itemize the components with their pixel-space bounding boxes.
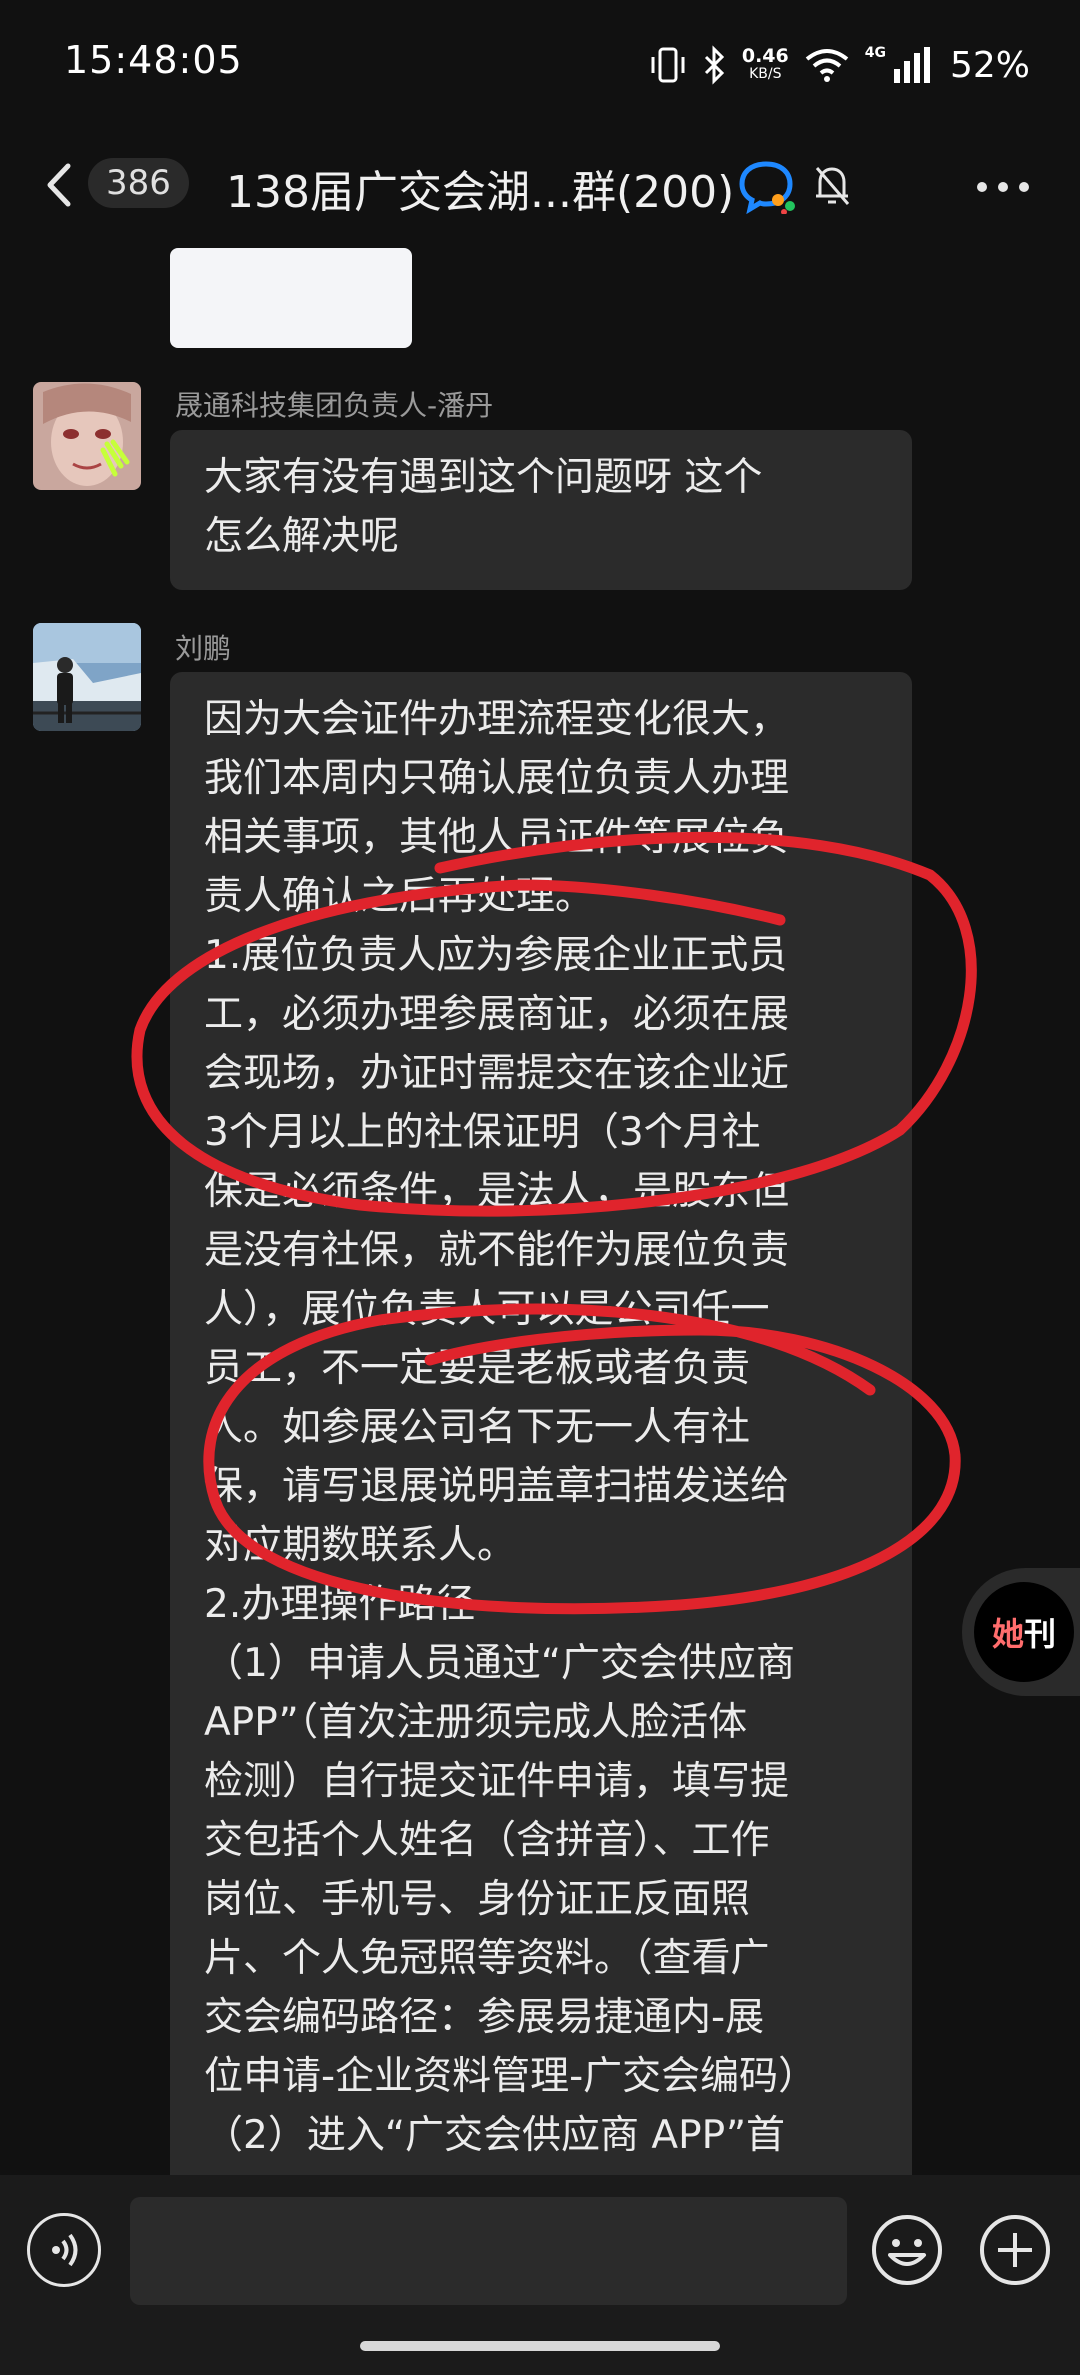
- avatar-image: [33, 382, 141, 490]
- group-chat-icon[interactable]: [738, 160, 798, 214]
- voice-button[interactable]: [27, 2213, 101, 2287]
- net-speed: 0.46 KB/S: [741, 45, 789, 83]
- vibrate-icon: [651, 47, 685, 83]
- bluetooth-icon: [704, 45, 724, 85]
- avatar[interactable]: [33, 382, 141, 490]
- status-bar: 15:48:05 0.46 KB/S 4G 52%: [0, 0, 1080, 130]
- wifi-icon: [805, 49, 848, 82]
- voice-icon: [52, 2233, 78, 2267]
- plus-icon[interactable]: [978, 2213, 1052, 2287]
- avatar-image: [33, 623, 141, 731]
- status-time: 15:48:05: [64, 38, 243, 82]
- back-arrow-icon[interactable]: [40, 160, 80, 210]
- sender-name: 晟通科技集团负责人-潘丹: [175, 389, 494, 422]
- message-text: 因为大会证件办理流程变化很大， 我们本周内只确认展位负责人办理 相关事项，其他人…: [204, 697, 818, 2158]
- message-text: 大家有没有遇到这个问题呀 这个 怎么解决呢: [204, 455, 763, 559]
- chat-header: 386 138届广交会湖...群(200): [0, 140, 1080, 230]
- emoji-icon[interactable]: [870, 2213, 944, 2287]
- chat-title[interactable]: 138届广交会湖...群(200): [226, 156, 734, 220]
- network-type: 4G: [864, 45, 886, 61]
- input-bar: [0, 2175, 1080, 2375]
- sender-name: 刘鹏: [175, 632, 232, 665]
- home-indicator[interactable]: [360, 2341, 720, 2351]
- more-icon[interactable]: [975, 180, 1031, 194]
- status-icons: 0.46 KB/S 4G 52%: [648, 40, 1030, 90]
- unread-count-badge[interactable]: 386: [88, 158, 189, 208]
- message-bubble[interactable]: 大家有没有遇到这个问题呀 这个 怎么解决呢: [170, 430, 912, 590]
- message-bubble[interactable]: 因为大会证件办理流程变化很大， 我们本周内只确认展位负责人办理 相关事项，其他人…: [170, 672, 912, 2272]
- signal-icon: [893, 47, 930, 83]
- image-message-thumbnail[interactable]: [170, 248, 412, 348]
- mute-bell-icon[interactable]: [812, 162, 852, 208]
- logo-circle: 她刊: [974, 1582, 1074, 1682]
- logo: 她刊: [991, 1615, 1057, 1653]
- message-input[interactable]: [130, 2197, 847, 2305]
- battery-level: 52%: [949, 44, 1030, 86]
- floating-logo-badge[interactable]: 她刊: [962, 1568, 1080, 1696]
- avatar[interactable]: [33, 623, 141, 731]
